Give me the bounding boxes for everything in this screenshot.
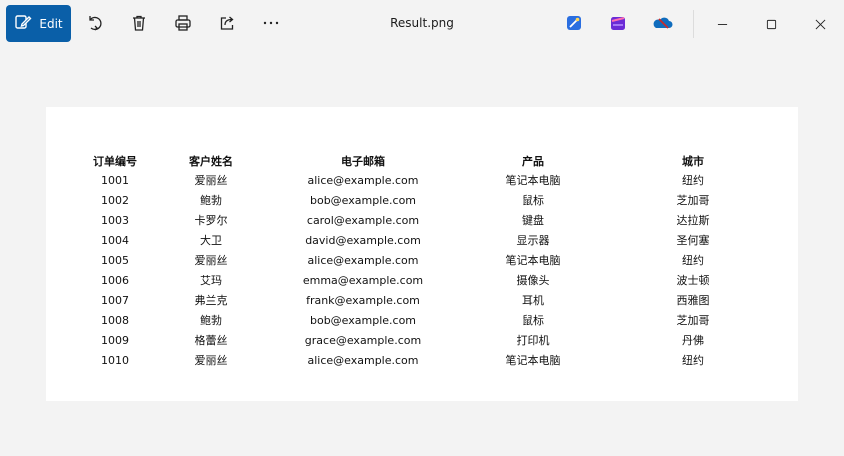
table-row: 1005 爱丽丝 alice@example.com 笔记本电脑 纽约 [87,250,767,270]
onedrive-icon[interactable] [652,14,674,32]
cell-order-id: 1006 [101,273,129,287]
edit-label: Edit [39,16,63,31]
cell-city: 圣何塞 [676,234,710,247]
cell-email: david@example.com [305,233,421,247]
cell-city: 达拉斯 [676,214,710,227]
header-email: 电子邮箱 [341,154,385,168]
cell-customer-name: 鲍勃 [200,194,222,207]
header-city: 城市 [682,154,704,168]
cell-order-id: 1008 [101,313,129,327]
cell-order-id: 1004 [101,233,129,247]
cell-product: 笔记本电脑 [505,174,561,187]
cell-email: grace@example.com [304,333,422,347]
image-canvas: 订单编号 客户姓名 电子邮箱 产品 城市 1001 爱丽丝 alice@exampl… [46,107,798,401]
cell-customer-name: 卡罗尔 [194,214,228,227]
table-header-row: 订单编号 客户姓名 电子邮箱 产品 城市 [87,151,767,170]
orders-table-body: 1001 爱丽丝 alice@example.com 笔记本电脑 纽约 1002 鲍勃 bob… [87,170,767,370]
header-order-id: 订单编号 [93,154,137,168]
minimize-icon[interactable] [707,10,737,38]
cell-city: 丹佛 [682,334,704,347]
rotate-icon[interactable] [85,13,105,33]
table-row: 1003 卡罗尔 carol@example.com 键盘 达拉斯 [87,210,767,230]
cell-customer-name: 大卫 [200,234,222,247]
designer-app-icon[interactable] [565,14,583,32]
cell-product: 显示器 [516,234,550,247]
table-row: 1002 鲍勃 bob@example.com 鼠标 芝加哥 [87,190,767,210]
cell-product: 键盘 [522,214,544,227]
cell-product: 耳机 [522,294,544,307]
cell-customer-name: 爱丽丝 [194,354,228,367]
orders-table: 订单编号 客户姓名 电子邮箱 产品 城市 1001 爱丽丝 alice@exampl… [87,151,767,370]
edit-button[interactable]: Edit [6,5,71,42]
cell-order-id: 1002 [101,193,129,207]
share-icon[interactable] [217,13,237,33]
edit-icon [14,13,32,34]
cell-email: frank@example.com [306,293,420,307]
print-icon[interactable] [173,13,193,33]
table-row: 1009 格蕾丝 grace@example.com 打印机 丹佛 [87,330,767,350]
cell-city: 西雅图 [676,294,710,307]
toolbar-divider [693,10,694,38]
cell-customer-name: 格蕾丝 [194,334,228,347]
table-row: 1008 鲍勃 bob@example.com 鼠标 芝加哥 [87,310,767,330]
maximize-icon[interactable] [756,10,786,38]
cell-email: alice@example.com [307,353,419,367]
cell-city: 纽约 [682,354,704,367]
cell-city: 芝加哥 [676,194,710,207]
table-row: 1001 爱丽丝 alice@example.com 笔记本电脑 纽约 [87,170,767,190]
cell-city: 波士顿 [676,274,710,287]
table-row: 1007 弗兰克 frank@example.com 耳机 西雅图 [87,290,767,310]
cell-product: 打印机 [516,334,550,347]
cell-product: 笔记本电脑 [505,254,561,267]
cell-order-id: 1005 [101,253,129,267]
cell-order-id: 1010 [101,353,129,367]
cell-product: 笔记本电脑 [505,354,561,367]
delete-icon[interactable] [129,13,149,33]
cell-customer-name: 弗兰克 [194,294,228,307]
cell-order-id: 1001 [101,173,129,187]
more-icon[interactable] [261,13,281,33]
cell-email: bob@example.com [309,313,417,327]
cell-email: bob@example.com [309,193,417,207]
cell-order-id: 1009 [101,333,129,347]
cell-customer-name: 爱丽丝 [194,174,228,187]
cell-customer-name: 鲍勃 [200,314,222,327]
table-row: 1010 爱丽丝 alice@example.com 笔记本电脑 纽约 [87,350,767,370]
cell-email: carol@example.com [306,213,420,227]
cell-email: alice@example.com [307,253,419,267]
table-row: 1004 大卫 david@example.com 显示器 圣何塞 [87,230,767,250]
cell-product: 鼠标 [522,194,544,207]
toolbar: Edit Result.png [0,0,844,48]
cell-email: alice@example.com [307,173,419,187]
header-product: 产品 [522,154,544,168]
cell-city: 芝加哥 [676,314,710,327]
cell-product: 鼠标 [522,314,544,327]
clipchamp-app-icon[interactable] [609,14,627,32]
close-icon[interactable] [805,10,835,38]
cell-order-id: 1007 [101,293,129,307]
cell-city: 纽约 [682,254,704,267]
cell-city: 纽约 [682,174,704,187]
cell-product: 摄像头 [516,274,550,287]
cell-customer-name: 爱丽丝 [194,254,228,267]
cell-customer-name: 艾玛 [200,274,222,287]
cell-order-id: 1003 [101,213,129,227]
header-customer-name: 客户姓名 [189,154,233,168]
table-row: 1006 艾玛 emma@example.com 摄像头 波士顿 [87,270,767,290]
cell-email: emma@example.com [302,273,424,287]
